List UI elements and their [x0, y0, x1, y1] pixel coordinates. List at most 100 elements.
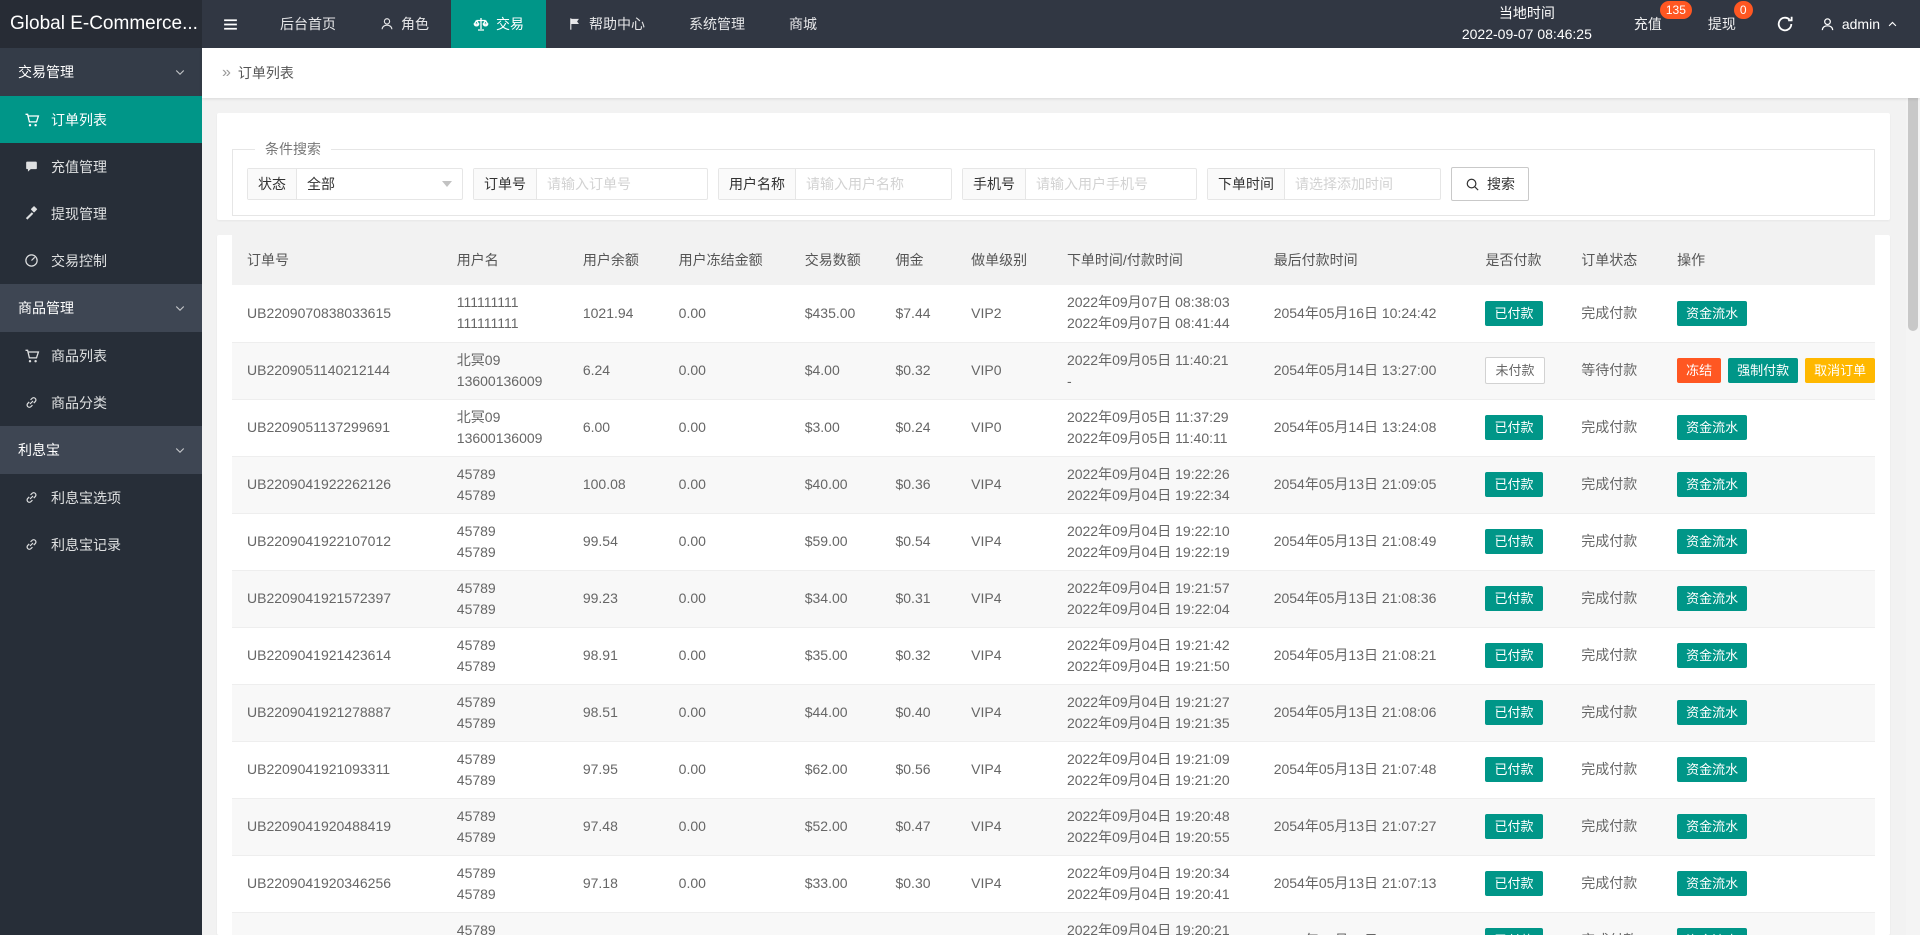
sidebar-item-9[interactable]: 利息宝选项 [0, 474, 202, 521]
column-header: 是否付款 [1470, 235, 1567, 285]
frozen-amount: 0.00 [663, 684, 790, 742]
sidebar-item-label: 充值管理 [51, 158, 107, 175]
action-button[interactable]: 资金流水 [1677, 643, 1748, 668]
content-area: 条件搜索 状态 全部 订单号 用户名称 手机号 下单时间 [202, 98, 1920, 935]
table-row: UB2209041921423614 45789 45789 98.91 0.00… [232, 627, 1875, 685]
pay-status-cell: 已付款 [1470, 627, 1567, 685]
filter-group-3: 下单时间 [1207, 168, 1441, 200]
status-select-value: 全部 [307, 176, 335, 192]
admin-menu[interactable]: admin [1820, 16, 1898, 32]
order-no: UB2209041922262126 [232, 456, 442, 514]
table-row: UB2209051140212144 北冥09 13600136009 6.24 … [232, 342, 1875, 400]
top-navigation: 后台首页 角色 交易 帮助中心 系统管理 商城 [258, 0, 839, 48]
order-no: UB2209070838033615 [232, 285, 442, 343]
pay-status-badge: 已付款 [1485, 300, 1543, 326]
refresh-icon[interactable] [1776, 15, 1794, 33]
recharge-count-badge: 135 [1659, 1, 1692, 19]
sidebar-group-5[interactable]: 商品管理 [0, 284, 202, 332]
user-balance: 98.51 [567, 684, 664, 742]
action-button[interactable]: 资金流水 [1677, 472, 1748, 497]
nav-item-3[interactable]: 帮助中心 [546, 0, 667, 48]
filter-input-1[interactable] [796, 169, 951, 199]
action-button[interactable]: 资金流水 [1677, 814, 1748, 839]
search-button[interactable]: 搜索 [1451, 167, 1529, 201]
search-button-label: 搜索 [1487, 176, 1515, 192]
vip-level: VIP4 [956, 741, 1052, 799]
column-header: 做单级别 [956, 235, 1052, 285]
vip-level: VIP0 [956, 399, 1052, 457]
withdraw-count-badge: 0 [1733, 1, 1753, 19]
order-status: 完成付款 [1566, 798, 1663, 856]
sidebar-item-1[interactable]: 订单列表 [0, 96, 202, 143]
trade-amount: $4.00 [789, 342, 881, 400]
frozen-amount: 0.00 [663, 855, 790, 913]
local-time-value: 2022-09-07 08:46:25 [1461, 26, 1592, 42]
action-button[interactable]: 资金流水 [1677, 415, 1748, 440]
commission: $0.30 [880, 855, 957, 913]
order-no: UB2209041921278887 [232, 684, 442, 742]
order-status: 等待付款 [1566, 342, 1663, 400]
action-button[interactable]: 资金流水 [1677, 928, 1748, 935]
action-button[interactable]: 资金流水 [1677, 300, 1748, 326]
commission: $0.24 [880, 399, 957, 457]
frozen-amount: 0.00 [663, 342, 790, 400]
nav-item-2[interactable]: 交易 [451, 0, 546, 48]
sidebar-group-8[interactable]: 利息宝 [0, 426, 202, 474]
last-pay-time: 2054年05月13日 21:08:49 [1258, 513, 1471, 571]
sidebar-item-3[interactable]: 提现管理 [0, 190, 202, 237]
pay-status-cell: 已付款 [1470, 285, 1567, 343]
sidebar-group-0[interactable]: 交易管理 [0, 48, 202, 96]
filter-card: 条件搜索 状态 全部 订单号 用户名称 手机号 下单时间 [217, 113, 1890, 220]
action-button[interactable]: 资金流水 [1677, 757, 1748, 782]
nav-item-4[interactable]: 系统管理 [667, 0, 767, 48]
action-button[interactable]: 冻结 [1677, 358, 1722, 383]
order-pay-time: 2022年09月04日 19:20:48 2022年09月04日 19:20:55 [1051, 798, 1259, 856]
trade-amount: $52.00 [789, 798, 881, 856]
sidebar-item-2[interactable]: 充值管理 [0, 143, 202, 190]
action-button[interactable]: 取消订单 [1805, 358, 1875, 383]
action-button[interactable]: 资金流水 [1677, 871, 1748, 896]
pay-status-cell: 已付款 [1470, 912, 1567, 935]
sidebar-item-7[interactable]: 商品分类 [0, 379, 202, 426]
commission: $0.32 [880, 342, 957, 400]
commission: $0.27 [880, 912, 957, 935]
table-row: UB2209070838033615 111111111 111111111 10… [232, 285, 1875, 343]
sidebar-group-label: 交易管理 [18, 64, 74, 80]
table-row: UB2209041920217445 4578945789 96.88 0.00… [232, 912, 1875, 935]
sidebar-group-label: 商品管理 [18, 300, 74, 316]
filter-group-2: 手机号 [962, 168, 1197, 200]
action-button[interactable]: 资金流水 [1677, 586, 1748, 611]
hamburger-menu-icon[interactable] [202, 0, 258, 48]
table-row: UB2209041922107012 45789 45789 99.54 0.00… [232, 513, 1875, 571]
sidebar-item-6[interactable]: 商品列表 [0, 332, 202, 379]
pay-status-cell: 已付款 [1470, 570, 1567, 628]
last-pay-time: 2054年05月13日 21:06:58 [1258, 912, 1471, 935]
withdraw-link[interactable]: 提现 0 [1708, 1, 1753, 34]
search-fieldset: 条件搜索 状态 全部 订单号 用户名称 手机号 下单时间 [232, 139, 1875, 216]
nav-item-1[interactable]: 角色 [358, 0, 451, 48]
filter-input-3[interactable] [1285, 169, 1440, 199]
user-name: 4578945789 [441, 798, 568, 856]
action-button[interactable]: 资金流水 [1677, 529, 1748, 554]
status-select[interactable]: 全部 [297, 169, 462, 199]
order-pay-time: 2022年09月04日 19:22:26 2022年09月04日 19:22:34 [1051, 456, 1259, 514]
sidebar-item-4[interactable]: 交易控制 [0, 237, 202, 284]
last-pay-time: 2054年05月13日 21:07:13 [1258, 855, 1471, 913]
vertical-scrollbar[interactable] [1906, 48, 1920, 935]
recharge-link[interactable]: 充值 135 [1634, 1, 1692, 34]
action-button[interactable]: 强制付款 [1728, 358, 1799, 383]
pay-status-badge: 已付款 [1485, 814, 1543, 839]
order-status: 完成付款 [1566, 456, 1663, 514]
sidebar-item-10[interactable]: 利息宝记录 [0, 521, 202, 568]
filter-label: 用户名称 [719, 169, 796, 199]
nav-item-0[interactable]: 后台首页 [258, 0, 358, 48]
filter-input-0[interactable] [537, 169, 707, 199]
user-name: 北冥09 13600136009 [441, 399, 568, 457]
scales-icon [473, 16, 489, 32]
filter-input-2[interactable] [1026, 169, 1196, 199]
action-button[interactable]: 资金流水 [1677, 700, 1748, 725]
nav-item-5[interactable]: 商城 [767, 0, 839, 48]
actions-cell: 冻结 强制付款 取消订单 [1662, 342, 1875, 400]
status-filter-label: 状态 [248, 169, 297, 199]
actions-cell: 资金流水 [1662, 627, 1875, 685]
